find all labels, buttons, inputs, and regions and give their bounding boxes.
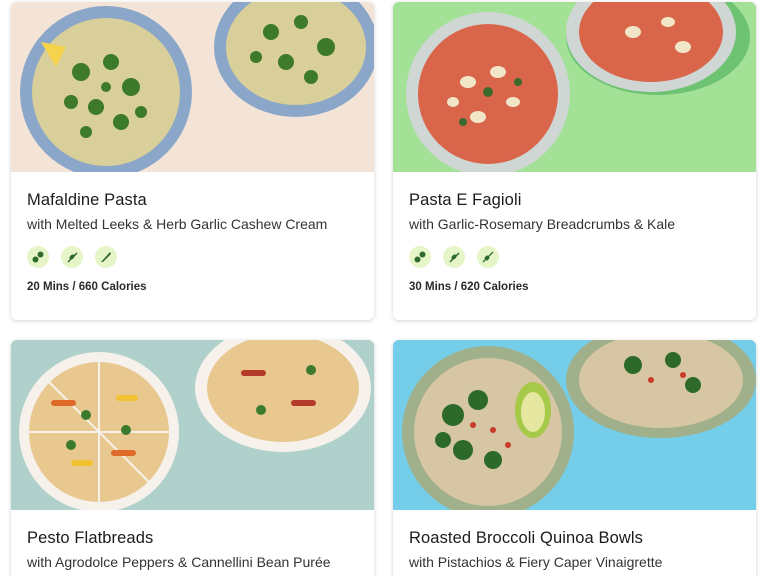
recipe-meta: 30 Mins / 620 Calories bbox=[409, 281, 529, 293]
recipe-photo[interactable] bbox=[393, 2, 756, 172]
vegetarian-icon bbox=[443, 246, 465, 268]
recipe-title[interactable]: Roasted Broccoli Quinoa Bowls bbox=[409, 527, 740, 549]
nut-free-icon bbox=[27, 246, 49, 268]
recipe-meta: 20 Mins / 660 Calories bbox=[27, 281, 147, 293]
recipe-card-pasta-e-fagioli[interactable]: Pasta E Fagioli with Garlic-Rosemary Bre… bbox=[393, 2, 756, 320]
recipe-subtitle: with Agrodolce Peppers & Cannellini Bean… bbox=[27, 554, 331, 570]
recipe-card-mafaldine-pasta[interactable]: Mafaldine Pasta with Melted Leeks & Herb… bbox=[11, 2, 374, 320]
recipe-grid: Mafaldine Pasta with Melted Leeks & Herb… bbox=[0, 0, 768, 576]
recipe-photo[interactable] bbox=[11, 340, 374, 510]
recipe-subtitle: with Melted Leeks & Herb Garlic Cashew C… bbox=[27, 216, 328, 232]
recipe-subtitle: with Pistachios & Fiery Caper Vinaigrett… bbox=[409, 554, 663, 570]
recipe-photo[interactable] bbox=[393, 340, 756, 510]
recipe-title[interactable]: Pasta E Fagioli bbox=[409, 189, 740, 211]
diet-tags bbox=[409, 246, 740, 268]
recipe-title[interactable]: Pesto Flatbreads bbox=[27, 527, 358, 549]
diet-tags bbox=[27, 246, 358, 268]
skewer-icon bbox=[477, 246, 499, 268]
recipe-title[interactable]: Mafaldine Pasta bbox=[27, 189, 358, 211]
nut-free-icon bbox=[409, 246, 431, 268]
chef-knife-icon bbox=[95, 246, 117, 268]
recipe-photo[interactable] bbox=[11, 2, 374, 172]
recipe-subtitle: with Garlic-Rosemary Breadcrumbs & Kale bbox=[409, 216, 676, 232]
recipe-card-roasted-broccoli-quinoa-bowls[interactable]: Roasted Broccoli Quinoa Bowls with Pista… bbox=[393, 340, 756, 576]
vegetarian-icon bbox=[61, 246, 83, 268]
recipe-card-pesto-flatbreads[interactable]: Pesto Flatbreads with Agrodolce Peppers … bbox=[11, 340, 374, 576]
